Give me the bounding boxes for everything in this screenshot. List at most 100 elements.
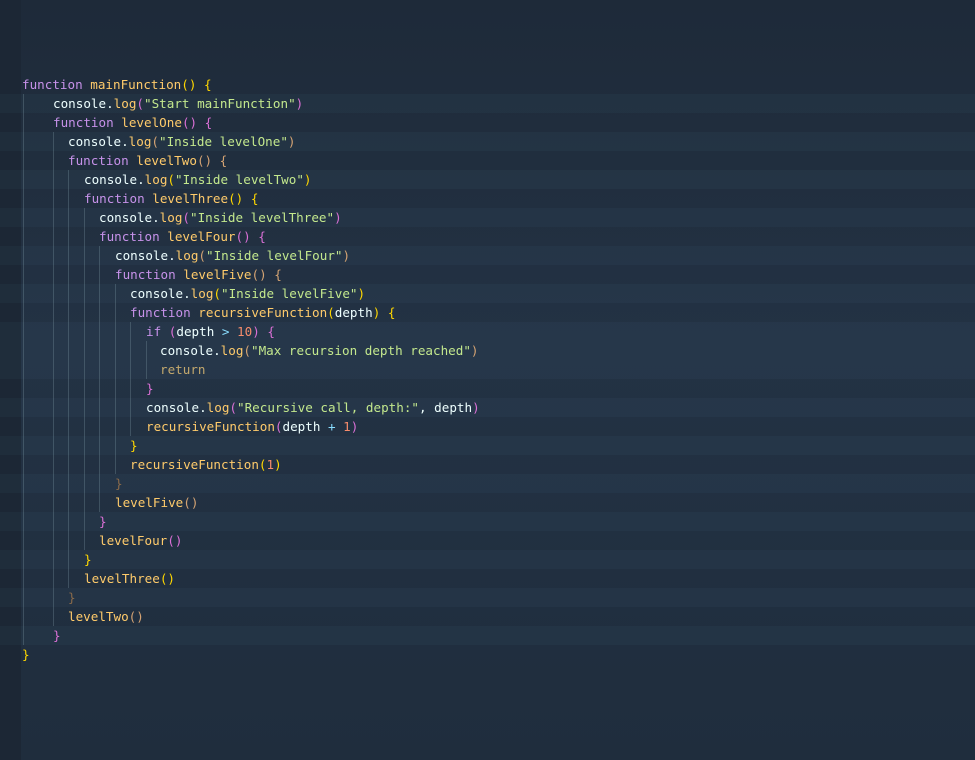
code-line[interactable]: function levelFour() { [0, 227, 975, 246]
code-line[interactable]: function recursiveFunction(depth) { [0, 303, 975, 322]
code-line[interactable]: } [0, 512, 975, 531]
code-token: ) [287, 134, 296, 149]
code-token: levelFive [115, 495, 184, 510]
code-line[interactable]: return [0, 360, 975, 379]
code-line[interactable]: levelFour() [0, 531, 975, 550]
indent-guide [115, 379, 116, 398]
code-line-text: function levelTwo() { [68, 151, 227, 170]
code-token: } [146, 381, 154, 396]
code-token: function [53, 115, 114, 130]
code-line[interactable]: } [0, 550, 975, 569]
code-line-text: function recursiveFunction(depth) { [130, 303, 395, 322]
indent-guide [53, 151, 54, 170]
code-token: levelFour [99, 533, 168, 548]
indent-guide [53, 379, 54, 398]
code-line-text: function levelFive() { [115, 265, 282, 284]
code-line[interactable]: function levelFive() { [0, 265, 975, 284]
indent-guide [68, 569, 69, 588]
indent-guide [23, 227, 24, 246]
indent-guide [146, 341, 147, 360]
code-line-text: console.log("Inside levelFive") [130, 284, 365, 303]
code-line[interactable]: } [0, 436, 975, 455]
indent-guide [23, 455, 24, 474]
code-token: mainFunction [90, 77, 182, 92]
indent-guide [115, 436, 116, 455]
code-line-text: } [68, 588, 76, 607]
indent-guide [23, 550, 24, 569]
code-token: log [144, 172, 168, 187]
code-line[interactable]: console.log("Inside levelThree") [0, 208, 975, 227]
code-token: console [115, 248, 169, 263]
code-line-text: } [146, 379, 154, 398]
code-line[interactable]: console.log("Inside levelFive") [0, 284, 975, 303]
indent-guide [68, 455, 69, 474]
code-line[interactable]: recursiveFunction(depth + 1) [0, 417, 975, 436]
code-line[interactable]: console.log("Inside levelTwo") [0, 170, 975, 189]
code-line[interactable]: } [0, 645, 975, 664]
code-line-text: console.log("Inside levelTwo") [84, 170, 312, 189]
code-token: if [146, 324, 162, 339]
code-token: ) [303, 172, 312, 187]
code-line[interactable]: } [0, 474, 975, 493]
indent-guide [130, 341, 131, 360]
code-line-text: console.log("Max recursion depth reached… [160, 341, 479, 360]
code-line[interactable]: } [0, 588, 975, 607]
code-line[interactable]: levelThree() [0, 569, 975, 588]
indent-guide [68, 379, 69, 398]
code-token: levelFour [167, 229, 236, 244]
code-token: levelTwo [68, 609, 129, 624]
code-line[interactable]: console.log("Inside levelOne") [0, 132, 975, 151]
code-token: "Inside levelFour" [206, 248, 343, 263]
code-line[interactable]: function levelOne() { [0, 113, 975, 132]
indent-guide [23, 607, 24, 626]
indent-guide [53, 550, 54, 569]
code-line-text: function mainFunction() { [22, 75, 212, 94]
code-token: () { [228, 191, 259, 206]
code-line[interactable]: } [0, 379, 975, 398]
code-line[interactable]: function mainFunction() { [0, 75, 975, 94]
code-line[interactable]: levelTwo() [0, 607, 975, 626]
code-line[interactable]: console.log("Inside levelFour") [0, 246, 975, 265]
code-line[interactable]: function levelTwo() { [0, 151, 975, 170]
code-line-text: console.log("Inside levelOne") [68, 132, 296, 151]
code-token: } [130, 438, 138, 453]
indent-guide [84, 322, 85, 341]
code-token: log [190, 286, 214, 301]
code-token: } [53, 628, 61, 643]
indent-guide [84, 303, 85, 322]
code-token: ( [182, 210, 191, 225]
code-editor[interactable]: function mainFunction() {console.log("St… [0, 0, 975, 760]
indent-guide [84, 265, 85, 284]
code-line[interactable]: levelFive() [0, 493, 975, 512]
indent-guide [53, 455, 54, 474]
indent-guide [23, 113, 24, 132]
code-token: ( [243, 343, 252, 358]
code-line[interactable]: console.log("Recursive call, depth:", de… [0, 398, 975, 417]
indent-guide [115, 303, 116, 322]
code-line[interactable]: console.log("Max recursion depth reached… [0, 341, 975, 360]
indent-guide [115, 417, 116, 436]
indent-guide [99, 398, 100, 417]
code-token: ( [151, 134, 160, 149]
indent-guide [53, 189, 54, 208]
code-line-text: levelTwo() [68, 607, 144, 626]
code-area[interactable]: function mainFunction() {console.log("St… [0, 75, 975, 664]
indent-guide [99, 341, 100, 360]
indent-guide [68, 493, 69, 512]
code-line[interactable]: } [0, 626, 975, 645]
code-line-text: return [160, 360, 206, 379]
code-line[interactable]: if (depth > 10) { [0, 322, 975, 341]
code-line-text: if (depth > 10) { [146, 322, 275, 341]
indent-guide [53, 227, 54, 246]
code-line[interactable]: function levelThree() { [0, 189, 975, 208]
code-token: function [84, 191, 145, 206]
code-token: levelFive [183, 267, 252, 282]
code-line[interactable]: console.log("Start mainFunction") [0, 94, 975, 113]
code-token: , [419, 400, 435, 415]
indent-guide [146, 360, 147, 379]
code-token: ) [295, 96, 304, 111]
code-token: depth [282, 419, 321, 434]
code-token: "Max recursion depth reached" [251, 343, 471, 358]
indent-guide [23, 531, 24, 550]
code-line[interactable]: recursiveFunction(1) [0, 455, 975, 474]
